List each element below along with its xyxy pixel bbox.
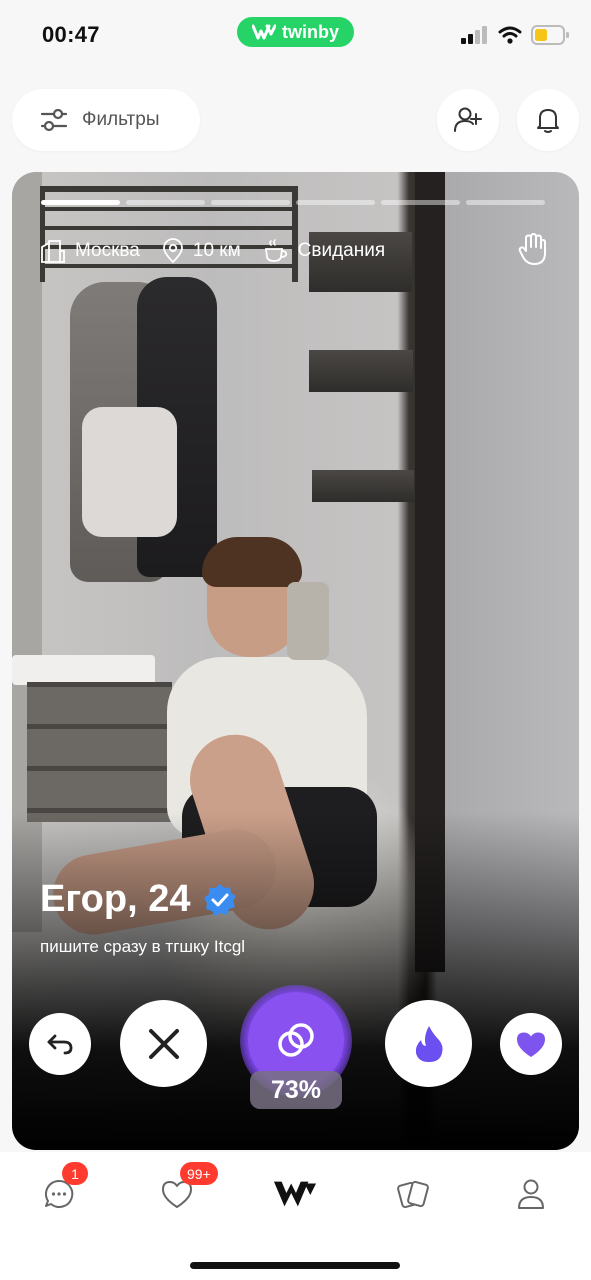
clock: 00:47 (42, 22, 100, 47)
status-icons (461, 25, 569, 45)
cards-icon (397, 1180, 429, 1209)
undo-icon (47, 1034, 73, 1055)
add-friend-button[interactable] (437, 89, 499, 151)
goal-label: Свидания (297, 240, 386, 261)
meta-distance: 10 км (162, 238, 241, 264)
battery-icon (531, 25, 569, 45)
app-badge[interactable]: twinby (237, 17, 354, 47)
user-icon (518, 1179, 544, 1209)
profile-name: Егор, 24 (40, 878, 191, 920)
tab-bar: 1 99+ (0, 1152, 591, 1280)
twinby-logo-icon (252, 24, 276, 40)
photo-progress-segment (381, 200, 460, 205)
photo-progress-segment (126, 200, 205, 205)
profile-card[interactable]: Москва 10 км Свидания Егор, 24 пишите ср… (12, 172, 579, 1150)
screen: 00:47 twinby Фильтры Москва 10 км Свидан… (0, 0, 591, 1280)
tab-profile[interactable] (509, 1172, 553, 1216)
linked-rings-icon (278, 1023, 314, 1057)
dislike-button[interactable] (120, 1000, 207, 1087)
match-percent: 73% (250, 1071, 342, 1109)
notifications-button[interactable] (517, 89, 579, 151)
verified-badge-icon (204, 883, 237, 916)
meta-city: Москва (40, 239, 140, 263)
photo-progress-segment (41, 200, 120, 205)
filters-button[interactable]: Фильтры (12, 89, 200, 151)
flame-icon (415, 1025, 443, 1062)
city-icon (41, 240, 65, 263)
undo-button[interactable] (29, 1013, 91, 1075)
photo-progress (41, 200, 545, 205)
tab-feed[interactable] (273, 1172, 317, 1216)
status-bar: 00:47 twinby (0, 0, 591, 72)
likes-badge: 99+ (180, 1162, 218, 1185)
wifi-icon (498, 26, 522, 44)
heart-icon (517, 1032, 545, 1057)
like-button[interactable] (500, 1013, 562, 1075)
meta-goal: Свидания (263, 238, 385, 264)
coffee-cup-icon (264, 239, 287, 262)
bell-icon (537, 109, 559, 133)
profile-name-row: Егор, 24 (40, 878, 238, 921)
sliders-icon (40, 108, 68, 132)
location-pin-icon (162, 238, 183, 264)
distance-label: 10 км (192, 240, 241, 261)
profile-bio: пишите сразу в тгшку Itcgl (40, 937, 246, 956)
filters-label: Фильтры (82, 109, 160, 130)
home-indicator (190, 1262, 400, 1269)
profile-meta: Москва 10 км Свидания (40, 238, 385, 264)
twinby-w-icon (273, 1181, 317, 1207)
signal-icon (461, 26, 487, 44)
close-icon (148, 1028, 179, 1059)
wave-hand-icon (518, 233, 546, 265)
photo-progress-segment (211, 200, 290, 205)
superlike-button[interactable] (385, 1000, 472, 1087)
app-badge-label: twinby (282, 21, 339, 42)
city-label: Москва (75, 240, 140, 261)
tab-cards[interactable] (391, 1172, 435, 1216)
photo-progress-segment (296, 200, 375, 205)
photo-progress-segment (466, 200, 545, 205)
wave-button[interactable] (518, 232, 548, 271)
add-user-icon (454, 107, 482, 132)
chat-badge: 1 (62, 1162, 88, 1185)
